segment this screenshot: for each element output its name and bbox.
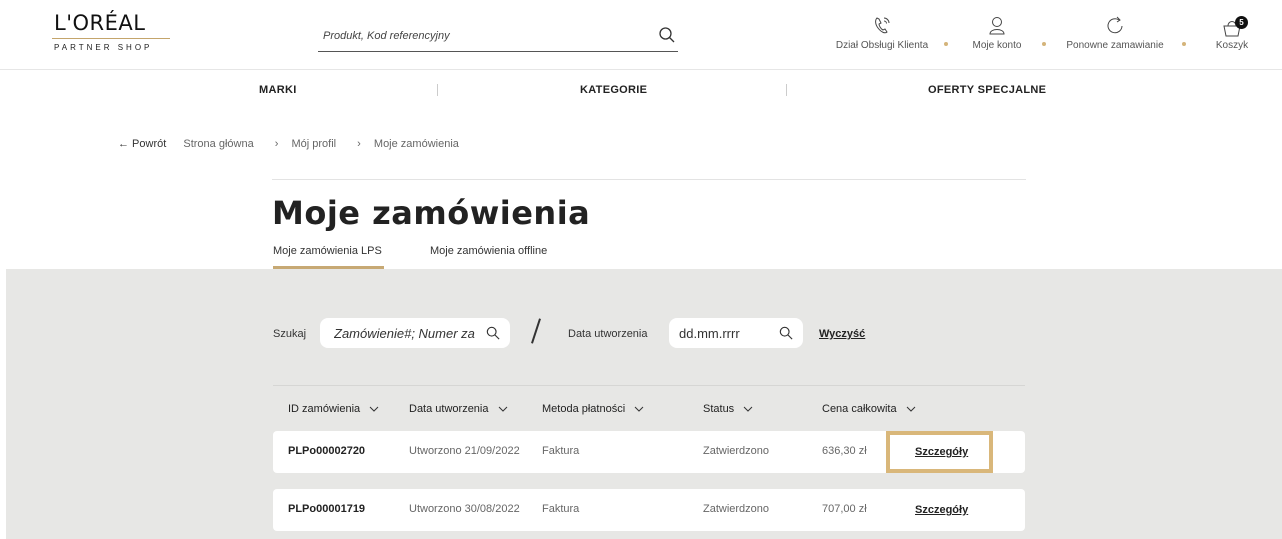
chevron-down-icon [743, 406, 753, 412]
loreal-logo[interactable]: L'ORÉAL PARTNER SHOP [52, 12, 170, 52]
table-divider [273, 385, 1025, 386]
table-row: PLPo00001719 Utworzono 30/08/2022 Faktur… [273, 489, 1025, 531]
product-search [318, 24, 678, 52]
breadcrumb-profile[interactable]: Mój profil [291, 138, 336, 150]
chevron-down-icon [498, 406, 507, 412]
table-row: PLPo00002720 Utworzono 21/09/2022 Faktur… [273, 431, 1025, 473]
cart-link[interactable]: 5 Koszyk [1212, 14, 1252, 51]
search-icon[interactable] [779, 326, 793, 340]
nav-divider [437, 84, 438, 96]
column-header-label: Metoda płatności [542, 403, 626, 415]
reorder-label: Ponowne zamawianie [1066, 40, 1164, 51]
column-header-total[interactable]: Cena całkowita [822, 403, 916, 415]
user-icon [989, 17, 1005, 35]
separator-dot [944, 42, 948, 46]
order-date: Utworzono 21/09/2022 [409, 445, 520, 457]
order-search-box [320, 318, 510, 348]
customer-service-label: Dział Obsługi Klienta [835, 40, 929, 51]
chevron-down-icon [906, 406, 916, 412]
account-link[interactable]: Moje konto [967, 14, 1027, 51]
order-total: 707,00 zł [822, 503, 867, 515]
payment-method: Faktura [542, 445, 580, 457]
separator-dot [1042, 42, 1046, 46]
refresh-icon [1107, 16, 1123, 34]
breadcrumb: ← Powrót Strona główna › Mój profil › Mo… [118, 138, 467, 150]
chevron-down-icon [369, 406, 379, 412]
account-label: Moje konto [972, 40, 1022, 51]
date-input[interactable] [669, 318, 769, 348]
main-nav: MARKI KATEGORIE OFERTY SPECJALNE [0, 70, 1282, 110]
divider [272, 179, 1026, 180]
search-label: Szukaj [273, 328, 307, 340]
nav-item-brands[interactable]: MARKI [259, 84, 297, 96]
clear-filters-link[interactable]: Wyczyść [819, 328, 865, 340]
logo-divider [52, 38, 170, 39]
breadcrumb-home[interactable]: Strona główna [183, 138, 253, 150]
column-header-label: Data utworzenia [409, 403, 489, 415]
reorder-link[interactable]: Ponowne zamawianie [1060, 14, 1170, 51]
column-header-label: Status [703, 403, 735, 415]
nav-divider [786, 84, 787, 96]
nav-item-categories[interactable]: KATEGORIE [580, 84, 647, 96]
order-id: PLPo00002720 [288, 445, 366, 457]
order-date: Utworzono 30/08/2022 [409, 503, 520, 515]
column-header-date[interactable]: Data utworzenia [409, 403, 508, 415]
details-link[interactable]: Szczegóły [886, 431, 993, 473]
date-filter-box [669, 318, 803, 348]
breadcrumb-current: Moje zamówienia [373, 138, 459, 150]
logo-text: L'ORÉAL [54, 11, 146, 35]
payment-method: Faktura [542, 503, 580, 515]
header: L'ORÉAL PARTNER SHOP Dział Obsługi Klien… [0, 0, 1282, 70]
column-header-order-id[interactable]: ID zamówienia [288, 403, 379, 415]
column-header-label: Cena całkowita [822, 403, 897, 415]
separator-dot [1182, 42, 1186, 46]
cart-label: Koszyk [1215, 40, 1249, 51]
cart-count-badge: 5 [1235, 16, 1248, 29]
tab-lps-orders[interactable]: Moje zamówienia LPS [273, 245, 384, 269]
top-links: Dział Obsługi Klienta Moje konto Ponowne… [832, 14, 1272, 60]
customer-service-link[interactable]: Dział Obsługi Klienta [832, 14, 932, 51]
search-input[interactable] [318, 24, 638, 48]
tab-offline-orders[interactable]: Moje zamówienia offline [430, 245, 547, 269]
order-status: Zatwierdzono [703, 445, 770, 457]
breadcrumb-separator: › [274, 138, 279, 150]
logo-subtitle: PARTNER SHOP [54, 43, 153, 52]
order-status: Zatwierdzono [703, 503, 770, 515]
order-id: PLPo00001719 [288, 503, 366, 515]
column-header-status[interactable]: Status [703, 403, 753, 415]
order-search-input[interactable] [320, 318, 480, 348]
breadcrumb-separator: › [357, 138, 361, 150]
back-link[interactable]: ← Powrót [118, 138, 166, 150]
column-header-label: ID zamówienia [288, 403, 361, 415]
nav-item-special-offers[interactable]: OFERTY SPECJALNE [928, 84, 1046, 96]
order-total: 636,30 zł [822, 445, 867, 457]
chevron-down-icon [634, 406, 644, 412]
search-icon[interactable] [658, 26, 676, 44]
details-link[interactable]: Szczegóły [886, 489, 993, 531]
date-label: Data utworzenia [568, 328, 648, 340]
column-header-payment[interactable]: Metoda płatności [542, 403, 644, 415]
phone-icon [875, 17, 890, 34]
page-title: Moje zamówienia [272, 194, 591, 232]
search-icon[interactable] [486, 326, 500, 340]
